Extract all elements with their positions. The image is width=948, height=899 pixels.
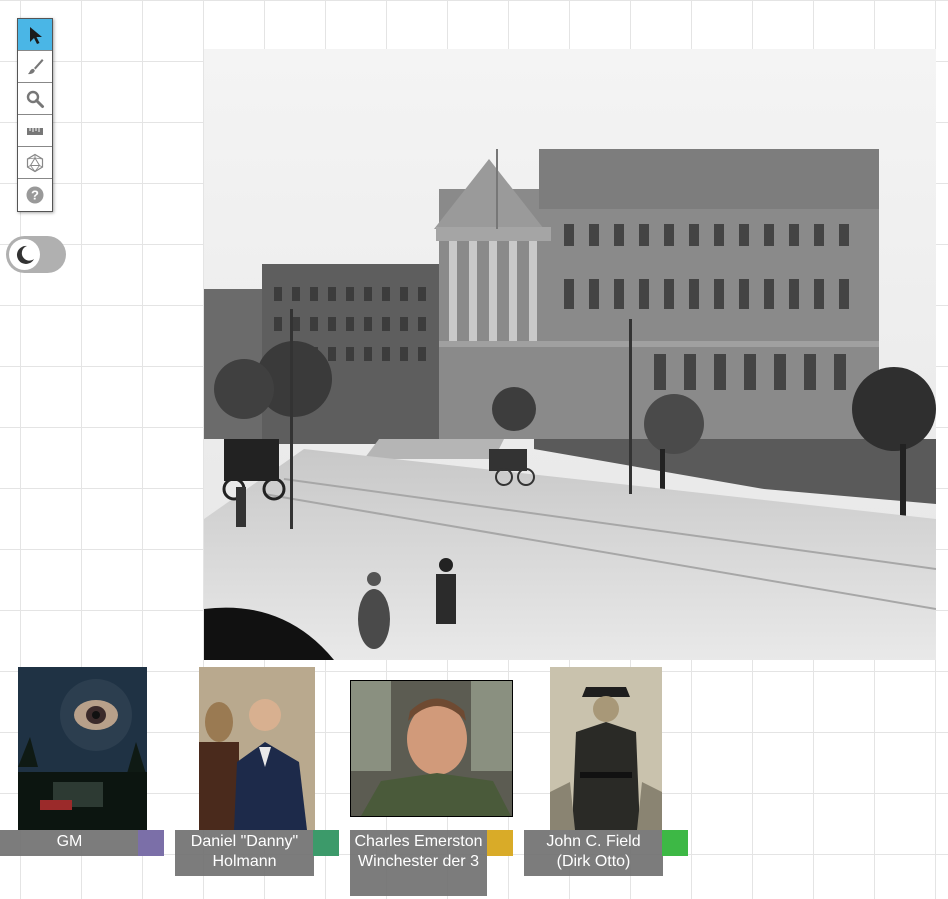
player-color-swatch — [313, 830, 339, 856]
ruler-icon — [27, 127, 43, 135]
player-portrait — [18, 667, 147, 830]
player-token-charles-winchester[interactable]: Charles Emerston Winchester der 3 — [350, 680, 514, 896]
draw-tool-button[interactable] — [18, 51, 52, 83]
moon-icon — [16, 245, 34, 264]
player-token-gm[interactable]: GM — [0, 667, 164, 857]
dice-tool-button[interactable] — [18, 147, 52, 179]
player-name-label: John C. Field (Dirk Otto) — [524, 830, 663, 876]
player-portrait — [350, 680, 513, 817]
measure-tool-button[interactable] — [18, 115, 52, 147]
theme-toggle[interactable] — [6, 236, 66, 273]
pointer-icon — [30, 26, 42, 44]
map-image[interactable] — [204, 49, 936, 660]
help-icon: ? — [26, 186, 44, 204]
select-tool-button[interactable] — [18, 19, 52, 51]
player-name-label: GM — [0, 830, 139, 856]
help-tool-button[interactable]: ? — [18, 179, 52, 211]
player-color-swatch — [662, 830, 688, 856]
player-name-label: Charles Emerston Winchester der 3 — [350, 830, 487, 896]
magnifier-icon — [26, 90, 44, 108]
player-token-daniel-holmann[interactable]: Daniel "Danny" Holmann — [175, 667, 339, 877]
zoom-tool-button[interactable] — [18, 83, 52, 115]
d20-icon — [26, 153, 44, 172]
player-portrait — [550, 667, 662, 830]
player-token-john-field[interactable]: John C. Field (Dirk Otto) — [524, 667, 688, 877]
player-color-swatch — [138, 830, 164, 856]
player-color-swatch — [487, 830, 513, 856]
player-name-label: Daniel "Danny" Holmann — [175, 830, 314, 876]
toolbar: ? — [17, 18, 53, 212]
map-photo — [204, 49, 936, 660]
toggle-knob — [9, 239, 40, 270]
player-portrait — [199, 667, 315, 830]
brush-icon — [28, 58, 44, 74]
svg-text:?: ? — [31, 188, 39, 203]
